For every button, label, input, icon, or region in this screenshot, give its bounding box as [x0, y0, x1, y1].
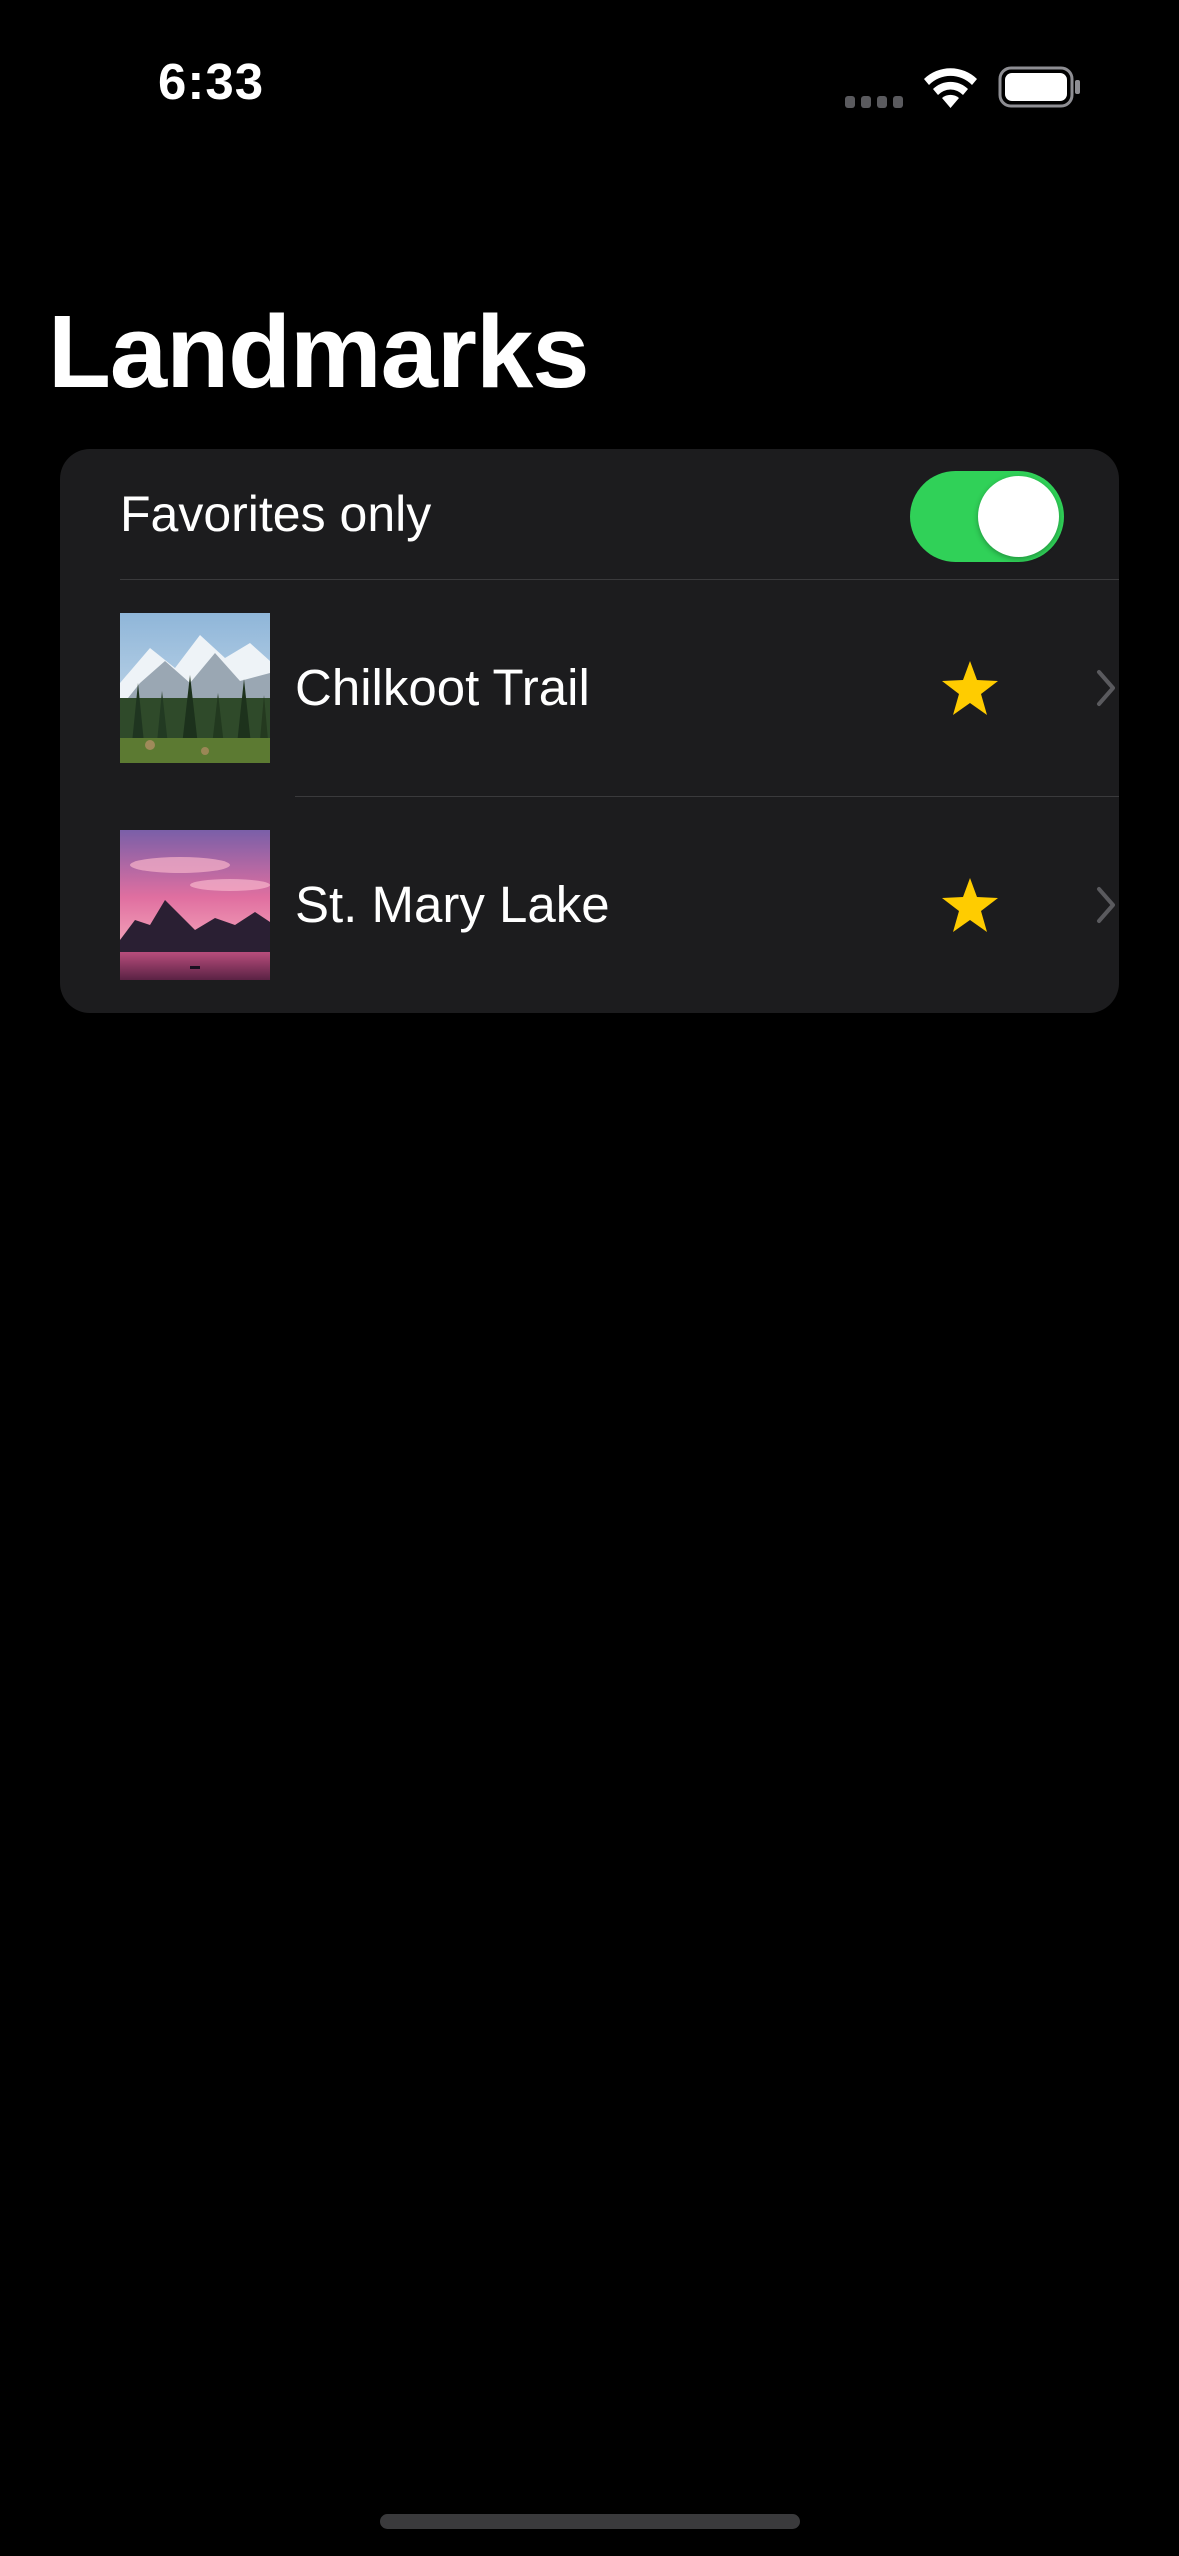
- favorites-toggle-label: Favorites only: [120, 486, 432, 542]
- landmark-thumbnail: [120, 613, 270, 763]
- cellular-signal-icon: [845, 96, 903, 108]
- favorites-toggle-row: Favorites only: [60, 449, 1119, 580]
- list-item-st-mary-lake[interactable]: St. Mary Lake: [60, 797, 1119, 1013]
- chevron-right-icon: [1097, 887, 1115, 923]
- wifi-icon: [924, 68, 977, 108]
- home-indicator[interactable]: [380, 2514, 800, 2529]
- landmark-thumbnail: [120, 830, 270, 980]
- star-icon: [942, 878, 998, 932]
- page-title: Landmarks: [48, 294, 590, 409]
- star-icon: [942, 661, 998, 715]
- list-item-chilkoot-trail[interactable]: Chilkoot Trail: [60, 580, 1119, 796]
- favorites-toggle[interactable]: [910, 471, 1064, 562]
- landmark-name: St. Mary Lake: [295, 876, 610, 933]
- landmark-name: Chilkoot Trail: [295, 659, 590, 716]
- status-time: 6:33: [158, 53, 265, 110]
- landmark-list: Favorites only Chilkoot Trail St. Mary L…: [60, 449, 1119, 1013]
- battery-icon: [998, 66, 1080, 108]
- chevron-right-icon: [1097, 670, 1115, 706]
- toggle-knob: [978, 476, 1059, 557]
